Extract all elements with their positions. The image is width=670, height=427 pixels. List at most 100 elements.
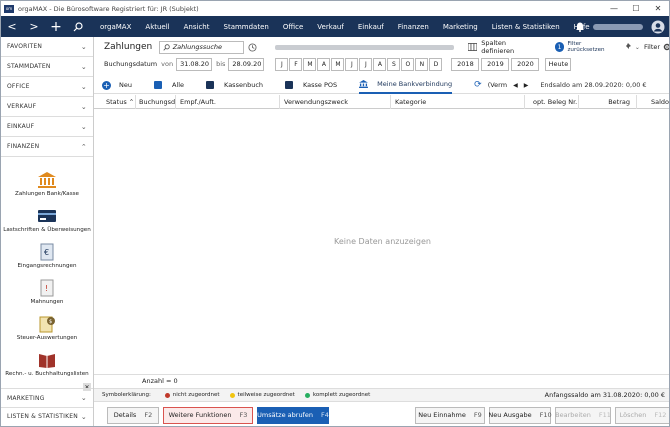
back-button[interactable]: < — [1, 16, 23, 37]
sidebar-stammdaten[interactable]: STAMMDATEN ⌄ — [1, 57, 93, 77]
col-kategorie[interactable]: Kategorie — [391, 94, 525, 109]
month-jun[interactable]: J — [345, 57, 359, 71]
menu-stammdaten[interactable]: Stammdaten — [217, 23, 276, 31]
month-dec[interactable]: D — [429, 57, 443, 71]
tab-kasse-pos[interactable]: Kasse POS — [285, 77, 337, 94]
details-button[interactable]: Details F2 — [107, 406, 159, 424]
info-icon[interactable]: 1 — [554, 42, 565, 52]
sidebar-item-buchhaltungslisten[interactable]: Rechn.- u. Buchhaltungslisten — [1, 351, 93, 377]
sidebar-item-steuer[interactable]: $ Steuer-Auswertungen — [1, 315, 93, 341]
month-may[interactable]: M — [331, 57, 345, 71]
menu-verkauf[interactable]: Verkauf — [310, 23, 351, 31]
tab-bankverbindung[interactable]: Meine Bankverbindung — [359, 77, 453, 94]
fetch-transactions-button[interactable]: Umsätze abrufen F4 — [257, 406, 329, 424]
new-expense-button[interactable]: Neu Ausgabe F10 — [488, 406, 552, 424]
minimize-button[interactable]: — — [603, 1, 625, 16]
menu-marketing[interactable]: Marketing — [436, 23, 485, 31]
month-aug[interactable]: A — [373, 57, 387, 71]
filter-dropdown-icon[interactable]: ⌄ — [635, 44, 640, 51]
sidebar-item-mahnungen[interactable]: ! Mahnungen — [1, 279, 93, 305]
sidebar-verkauf[interactable]: VERKAUF ⌄ — [1, 97, 93, 117]
year-2019[interactable]: 2019 — [481, 57, 510, 71]
month-jul[interactable]: J — [359, 57, 373, 71]
tab-kassenbuch[interactable]: Kassenbuch — [206, 77, 263, 94]
red-dot-icon — [164, 392, 170, 398]
main-panel: Zahlungen Zahlungssuche Spalten definier… — [94, 37, 670, 426]
more-functions-button[interactable]: Weitere Funktionen F3 — [163, 406, 253, 424]
tab-scroll-left-icon[interactable]: ◀ — [513, 82, 518, 89]
edit-button[interactable]: Bearbeiten F11 — [555, 406, 611, 424]
search-icon[interactable] — [67, 16, 89, 37]
from-label: von — [161, 60, 174, 68]
tab-alle[interactable]: Alle — [153, 77, 184, 94]
search-input[interactable]: Zahlungssuche — [158, 40, 245, 54]
columns-icon[interactable] — [468, 43, 478, 51]
month-mar[interactable]: M — [303, 57, 317, 71]
col-betrag[interactable]: Betrag — [579, 94, 637, 109]
columns-define-button[interactable]: Spalten definieren — [481, 39, 540, 55]
sidebar-item-lastschriften[interactable]: Lastschriften & Überweisungen — [1, 207, 93, 233]
month-sep[interactable]: S — [387, 57, 401, 71]
month-feb[interactable]: F — [289, 57, 303, 71]
sidebar-einkauf[interactable]: EINKAUF ⌄ — [1, 117, 93, 137]
shortcut-key: F10 — [539, 411, 552, 419]
date-to-input[interactable]: 28.09.20 — [228, 57, 265, 71]
col-label: Saldo — [650, 97, 669, 106]
legend-nicht: nicht zugeordnet — [172, 392, 220, 398]
col-status[interactable]: Status ⌃ — [94, 94, 136, 109]
forward-button[interactable]: > — [23, 16, 45, 37]
sidebar-item-eingangsrechnungen[interactable]: € Eingangsrechnungen — [1, 243, 93, 269]
col-saldo[interactable]: Saldo — [637, 95, 669, 109]
close-button[interactable]: ✕ — [647, 1, 669, 16]
bank-icon — [359, 80, 369, 88]
sidebar-favoriten[interactable]: FAVORITEN ⌄ — [1, 37, 93, 57]
sidebar-item-label: Mahnungen — [30, 299, 64, 305]
tab-scroll-right-icon[interactable]: ▶ — [524, 82, 529, 89]
to-label: bis — [216, 60, 226, 68]
filter-button[interactable]: Filter — [644, 43, 660, 51]
col-empfaenger[interactable]: Empf./Auft. — [176, 94, 280, 109]
date-from-input[interactable]: 31.08.20 — [176, 57, 213, 71]
menu-aktuell[interactable]: Aktuell — [138, 23, 176, 31]
sidebar-label: EINKAUF — [7, 123, 35, 130]
filter-reset-button[interactable]: Filter zurücksetzen — [567, 41, 619, 53]
col-beleg[interactable]: opt. Beleg Nr. — [525, 94, 579, 109]
menu-einkauf[interactable]: Einkauf — [351, 23, 391, 31]
add-button[interactable]: + — [45, 16, 67, 37]
maximize-button[interactable]: ☐ — [625, 1, 647, 16]
menu-finanzen[interactable]: Finanzen — [391, 23, 436, 31]
user-icon[interactable] — [651, 20, 665, 34]
col-buchungsdatum[interactable]: Buchungsd — [136, 94, 176, 109]
year-2020[interactable]: 2020 — [511, 57, 540, 71]
shortcut-key: F12 — [654, 411, 667, 419]
col-verwendungszweck[interactable]: Verwendungszweck — [280, 94, 391, 109]
sidebar-item-zahlungen[interactable]: Zahlungen Bank/Kasse — [1, 171, 93, 197]
menu-ansicht[interactable]: Ansicht — [177, 23, 217, 31]
legend-label: Symbolerklärung: — [102, 392, 151, 398]
sidebar-marketing[interactable]: MARKETING ⌄ — [1, 388, 93, 408]
main-nav-bar: < > + orgaMAX Aktuell Ansicht Stammdaten… — [1, 16, 669, 37]
today-button[interactable]: Heute — [545, 57, 572, 71]
new-button[interactable]: + Neu — [102, 77, 132, 94]
tab-verm[interactable]: ⟳ (Verm — [474, 77, 507, 94]
sidebar-finanzen[interactable]: FINANZEN ⌃ — [1, 137, 93, 157]
month-nov[interactable]: N — [415, 57, 429, 71]
sidebar-listen[interactable]: LISTEN & STATISTIKEN ⌄ — [1, 407, 93, 426]
menu-orgamax[interactable]: orgaMAX — [93, 23, 138, 31]
col-label: opt. Beleg Nr. — [533, 97, 578, 106]
delete-button[interactable]: Löschen F12 — [615, 406, 669, 424]
sidebar-office[interactable]: OFFICE ⌄ — [1, 77, 93, 97]
bell-icon[interactable] — [575, 21, 585, 32]
new-income-button[interactable]: Neu Einnahme F9 — [415, 406, 485, 424]
gear-icon[interactable] — [663, 43, 670, 51]
date-from-value: 31.08.20 — [180, 60, 210, 68]
menu-listen[interactable]: Listen & Statistiken — [485, 23, 567, 31]
pin-icon[interactable] — [624, 43, 632, 51]
main-menu: orgaMAX Aktuell Ansicht Stammdaten Offic… — [93, 23, 597, 31]
month-jan[interactable]: J — [275, 57, 289, 71]
year-2018[interactable]: 2018 — [451, 57, 480, 71]
menu-office[interactable]: Office — [276, 23, 310, 31]
clock-icon[interactable] — [248, 42, 257, 52]
month-oct[interactable]: O — [401, 57, 415, 71]
month-apr[interactable]: A — [317, 57, 331, 71]
